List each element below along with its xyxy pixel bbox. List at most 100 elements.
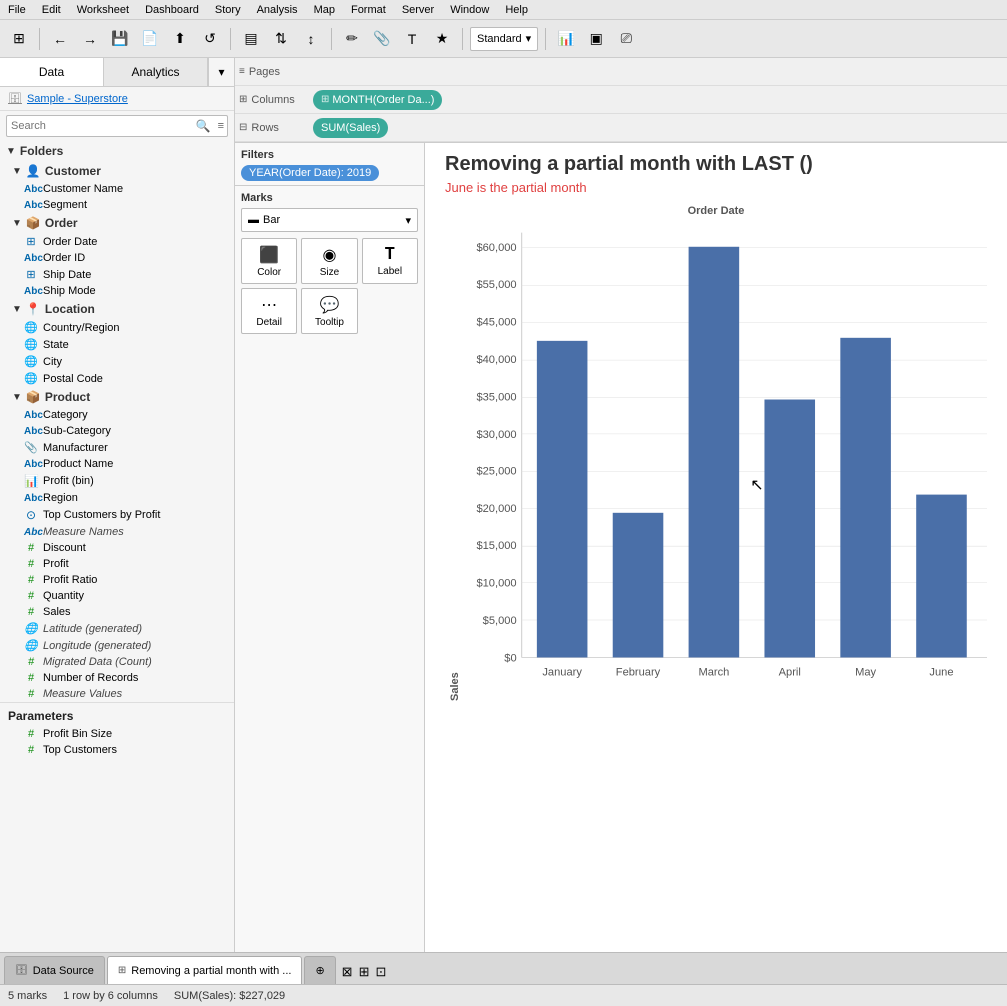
bar-march[interactable] (689, 247, 740, 658)
field-region[interactable]: Abc Region (0, 490, 234, 506)
toolbar-share-btn[interactable]: ⎚ (613, 26, 639, 52)
bar-june[interactable] (916, 495, 967, 658)
field-discount[interactable]: # Discount (0, 540, 234, 556)
bar-april[interactable] (764, 400, 815, 658)
tab-grid-btn[interactable]: ⊞ (359, 964, 370, 980)
marks-title: Marks (241, 190, 418, 208)
field-country[interactable]: 🌐 Country/Region (0, 319, 234, 336)
menu-help[interactable]: Help (505, 4, 528, 16)
toolbar-text-btn[interactable]: T (399, 26, 425, 52)
field-quantity[interactable]: # Quantity (0, 588, 234, 604)
menu-worksheet[interactable]: Worksheet (77, 4, 129, 16)
field-label: Longitude (generated) (43, 640, 151, 652)
tab-datasource[interactable]: 🗄 Data Source (4, 956, 105, 984)
toolbar-save-btn[interactable]: 💾 (107, 26, 133, 52)
field-category[interactable]: Abc Category (0, 407, 234, 423)
menu-dashboard[interactable]: Dashboard (145, 4, 199, 16)
bar-february[interactable] (613, 513, 664, 658)
toolbar-refresh-btn[interactable]: ↺ (197, 26, 223, 52)
toolbar-bookmark-btn[interactable]: ★ (429, 26, 455, 52)
marks-tooltip-btn[interactable]: 💬 Tooltip (301, 288, 357, 334)
folders-header[interactable]: ▼ Folders (0, 141, 234, 161)
product-chevron: ▼ (12, 392, 22, 403)
tab-left-btn[interactable]: ⊠ (342, 964, 353, 980)
toolbar-show-btn[interactable]: ▤ (238, 26, 264, 52)
section-product[interactable]: ▼ 📦 Product (0, 387, 234, 407)
marks-detail-btn[interactable]: ⋯ Detail (241, 288, 297, 334)
toolbar-chart-type-btn[interactable]: 📊 (553, 26, 579, 52)
section-order[interactable]: ▼ 📦 Order (0, 213, 234, 233)
field-product-name[interactable]: Abc Product Name (0, 456, 234, 472)
toolbar-tooltip-btn[interactable]: 📎 (369, 26, 395, 52)
menu-edit[interactable]: Edit (42, 4, 61, 16)
field-top-customers-param[interactable]: # Top Customers (0, 742, 234, 758)
field-longitude[interactable]: 🌐 Longitude (generated) (0, 637, 234, 654)
tab-add[interactable]: ⊕ (304, 956, 335, 984)
toolbar-present-btn[interactable]: ▣ (583, 26, 609, 52)
toolbar-publish-btn[interactable]: ⬆ (167, 26, 193, 52)
field-latitude[interactable]: 🌐 Latitude (generated) (0, 620, 234, 637)
clip-icon: 📎 (24, 441, 38, 454)
field-segment[interactable]: Abc Segment (0, 197, 234, 213)
sidebar-tab-analytics[interactable]: Analytics (104, 58, 208, 86)
field-measure-values[interactable]: # Measure Values (0, 686, 234, 702)
menu-window[interactable]: Window (450, 4, 489, 16)
marks-label-btn[interactable]: 𝐓 Label (362, 238, 418, 284)
svg-text:$45,000: $45,000 (476, 317, 516, 329)
menu-server[interactable]: Server (402, 4, 434, 16)
field-profit[interactable]: # Profit (0, 556, 234, 572)
field-city[interactable]: 🌐 City (0, 353, 234, 370)
section-customer[interactable]: ▼ 👤 Customer (0, 161, 234, 181)
bar-january[interactable] (537, 341, 588, 658)
toolbar-new-btn[interactable]: 📄 (137, 26, 163, 52)
marks-type-dropdown[interactable]: ▬ Bar ▾ (241, 208, 418, 232)
field-measure-names[interactable]: Abc Measure Names (0, 524, 234, 540)
field-manufacturer[interactable]: 📎 Manufacturer (0, 439, 234, 456)
field-sales[interactable]: # Sales (0, 604, 234, 620)
toolbar-view-dropdown[interactable]: Standard ▾ (470, 27, 538, 51)
toolbar-swap-btn[interactable]: ⇅ (268, 26, 294, 52)
list-view-icon[interactable]: ≡ (215, 120, 227, 132)
tab-worksheet[interactable]: ⊞ Removing a partial month with ... (107, 956, 303, 984)
field-order-id[interactable]: Abc Order ID (0, 250, 234, 266)
field-customer-name[interactable]: Abc Customer Name (0, 181, 234, 197)
columns-pill[interactable]: ⊞ MONTH(Order Da...) (313, 90, 442, 110)
toolbar-undo-btn[interactable]: ← (47, 26, 73, 52)
parameters-label: Parameters (8, 709, 73, 723)
hash-icon: # (24, 656, 38, 668)
filter-pill[interactable]: YEAR(Order Date): 2019 (241, 165, 379, 181)
field-num-records[interactable]: # Number of Records (0, 670, 234, 686)
menu-file[interactable]: File (8, 4, 26, 16)
field-postal[interactable]: 🌐 Postal Code (0, 370, 234, 387)
toolbar-redo-btn[interactable]: → (77, 26, 103, 52)
field-state[interactable]: 🌐 State (0, 336, 234, 353)
toolbar-home-btn[interactable]: ⊞ (6, 26, 32, 52)
columns-shelf: ⊞ Columns ⊞ MONTH(Order Da...) (235, 86, 1007, 114)
toolbar-sort-btn[interactable]: ↕ (298, 26, 324, 52)
field-ship-mode[interactable]: Abc Ship Mode (0, 283, 234, 299)
marks-size-btn[interactable]: ◉ Size (301, 238, 357, 284)
sidebar-tab-menu[interactable]: ▾ (208, 58, 234, 86)
datasource-name[interactable]: Sample - Superstore (27, 93, 128, 105)
bar-may[interactable] (840, 338, 891, 658)
menu-analysis[interactable]: Analysis (257, 4, 298, 16)
menu-story[interactable]: Story (215, 4, 241, 16)
field-migrated-data[interactable]: # Migrated Data (Count) (0, 654, 234, 670)
tab-right-btn[interactable]: ⊡ (375, 964, 386, 980)
menu-format[interactable]: Format (351, 4, 386, 16)
menu-map[interactable]: Map (314, 4, 335, 16)
sidebar-tab-data[interactable]: Data (0, 58, 104, 86)
section-location[interactable]: ▼ 📍 Location (0, 299, 234, 319)
field-profit-ratio[interactable]: # Profit Ratio (0, 572, 234, 588)
field-order-date[interactable]: ⊞ Order Date (0, 233, 234, 250)
field-profit-bin-size[interactable]: # Profit Bin Size (0, 726, 234, 742)
marks-color-btn[interactable]: ⬛ Color (241, 238, 297, 284)
toolbar-highlight-btn[interactable]: ✏ (339, 26, 365, 52)
field-profit-bin[interactable]: 📊 Profit (bin) (0, 472, 234, 490)
field-top-customers[interactable]: ⊙ Top Customers by Profit (0, 506, 234, 524)
field-subcategory[interactable]: Abc Sub-Category (0, 423, 234, 439)
search-input[interactable] (7, 120, 192, 132)
svg-text:$10,000: $10,000 (476, 578, 516, 590)
rows-pill[interactable]: SUM(Sales) (313, 118, 388, 138)
field-ship-date[interactable]: ⊞ Ship Date (0, 266, 234, 283)
